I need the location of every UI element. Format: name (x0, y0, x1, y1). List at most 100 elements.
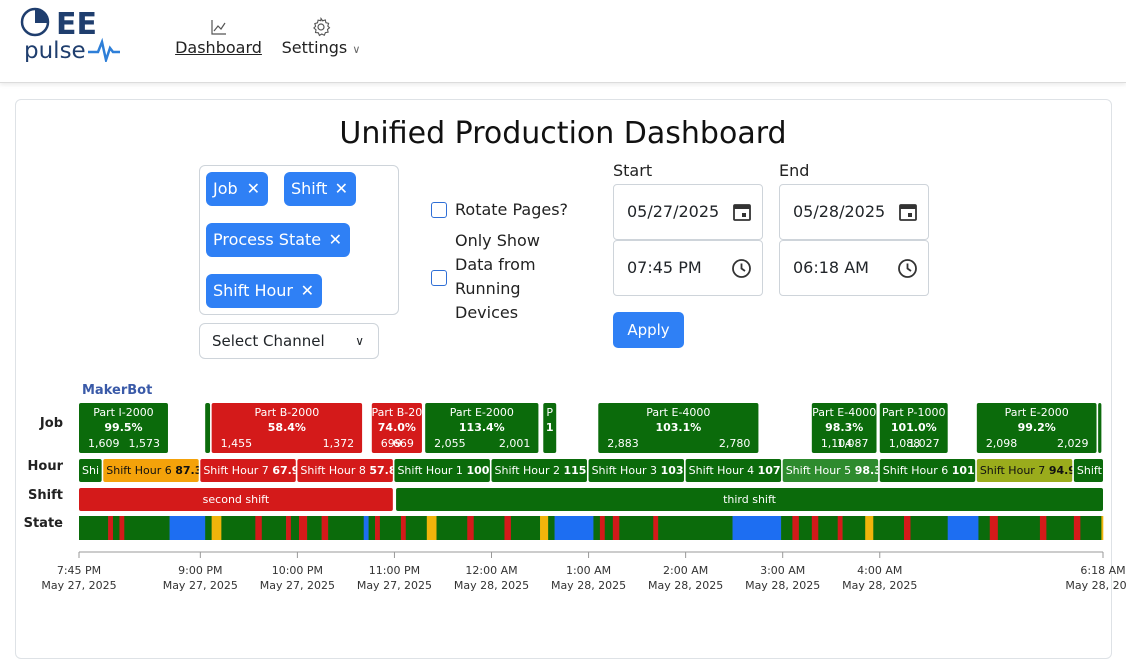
chip-label: Shift (291, 179, 328, 198)
start-label: Start (613, 161, 653, 180)
chip-job[interactable]: Job ✕ (206, 172, 268, 206)
apply-button[interactable]: Apply (613, 312, 684, 348)
job-count-b: 2,029 (1057, 437, 1089, 450)
end-time-input[interactable]: 06:18 AM (779, 240, 929, 296)
rotate-pages-checkbox[interactable] (431, 202, 447, 218)
job-bar: Part E-4000 103.1% 2,883 2,780 (598, 403, 759, 453)
remove-chip-icon[interactable]: ✕ (247, 172, 260, 206)
job-bar: Part E-400098.3%1,1041,087 (811, 403, 877, 453)
chevron-down-icon: ∨ (352, 43, 361, 56)
shift-hour-bar: Shift Hour 7 94.9% (976, 459, 1087, 482)
x-tick-time: 9:00 PM (178, 564, 222, 577)
process-state-segment (504, 516, 512, 540)
chip-shift[interactable]: Shift ✕ (284, 172, 356, 206)
process-state-segment (79, 516, 109, 540)
job-efficiency: 99.5% (104, 421, 142, 434)
shift-hour-bar: Shift Hour 5 98.3% (782, 459, 878, 482)
shift-bar: third shift (396, 488, 1103, 511)
process-state-segment (307, 516, 322, 540)
process-state-segment (290, 516, 300, 540)
chip-shift-hour[interactable]: Shift Hour ✕ (206, 274, 322, 308)
process-state-segment (947, 516, 979, 540)
shift-hour-label: Shi (82, 464, 99, 477)
calendar-icon[interactable] (732, 202, 752, 222)
running-devices-checkbox[interactable] (431, 270, 447, 286)
select-channel-dropdown[interactable]: Select Channel ∨ (199, 323, 379, 359)
clock-icon[interactable] (731, 258, 752, 279)
job-count-b: 669 (393, 437, 414, 450)
job-efficiency: 103.1% (655, 421, 701, 434)
remove-chip-icon[interactable]: ✕ (335, 172, 348, 206)
line-chart-icon (210, 20, 226, 35)
clock-icon[interactable] (897, 258, 918, 279)
process-state-segment (321, 516, 329, 540)
job-bar-rect (1098, 403, 1102, 453)
remove-chip-icon[interactable]: ✕ (329, 223, 342, 257)
process-state-segment (658, 516, 733, 540)
job-bar: Part E-2000 113.4% 2,055 2,001 (425, 403, 539, 453)
shift-hour-label: Shift Hour 8 57.8% (300, 464, 407, 477)
job-bar-rect (205, 403, 211, 453)
ee-pulse-logo[interactable]: EE pulse (20, 6, 125, 62)
job-name: P (546, 406, 553, 419)
x-tick-date: May 27, 2025 (41, 579, 116, 592)
chip-label: Job (213, 179, 238, 198)
job-bar: Part B-2000 58.4% 1,455 1,372 (211, 403, 363, 453)
job-count-a: 2,883 (607, 437, 639, 450)
x-tick-time: 3:00 AM (760, 564, 805, 577)
end-date-value: 05/28/2025 (793, 202, 886, 221)
start-time-input[interactable]: 07:45 PM (613, 240, 763, 296)
process-state-segment (554, 516, 594, 540)
x-tick-date: May 27, 2025 (163, 579, 238, 592)
process-state-segment (205, 516, 212, 540)
row-label-shift: Shift (28, 488, 63, 503)
x-tick-time: 7:45 PM (57, 564, 101, 577)
process-state-segment (1046, 516, 1075, 540)
process-state-segment (653, 516, 659, 540)
shift-hour-label: Shift Hour 7 94.9% (980, 464, 1087, 477)
process-state-segment (593, 516, 601, 540)
end-date-input[interactable]: 05/28/2025 (779, 184, 929, 240)
shift-hour-bar: Shift Hour 7 67.9% (200, 459, 296, 482)
x-tick-date: May 27, 2025 (357, 579, 432, 592)
process-state-segment (978, 516, 991, 540)
running-devices-label: Only Show Data from Running Devices (455, 229, 575, 325)
process-state-segment (540, 516, 549, 540)
job-name: Part P-1000 (882, 406, 946, 419)
running-label-line: Running (455, 279, 521, 298)
process-state-segment (1039, 516, 1047, 540)
x-tick-date: May 28, 2025 (648, 579, 723, 592)
process-state-segment (363, 516, 369, 540)
process-state-segment (989, 516, 999, 540)
x-tick-date: May 28, 2025 (842, 579, 917, 592)
channel-chip-selector[interactable]: Job ✕ Shift ✕ Process State ✕ Shift Hour… (199, 165, 399, 315)
process-state-segment (612, 516, 620, 540)
nav-settings[interactable]: Settings ∨ (278, 16, 364, 57)
process-state-segment (368, 516, 376, 540)
job-count-b: 2,001 (499, 437, 531, 450)
x-tick-date: May 28, 2025 (1065, 579, 1126, 592)
x-tick-time: 11:00 PM (369, 564, 420, 577)
shift-hour-bar: Shi (79, 459, 102, 482)
process-state-segment (405, 516, 428, 540)
start-date-input[interactable]: 05/27/2025 (613, 184, 763, 240)
calendar-icon[interactable] (898, 202, 918, 222)
process-state-segment (108, 516, 114, 540)
x-tick-time: 2:00 AM (663, 564, 708, 577)
remove-chip-icon[interactable]: ✕ (301, 274, 314, 308)
job-bar: Part E-2000 99.2%2,098 2,029 (976, 403, 1097, 453)
x-tick-time: 1:00 AM (566, 564, 611, 577)
process-state-segment (328, 516, 365, 540)
job-efficiency: 99.2% (1018, 421, 1056, 434)
chip-label: Process State (213, 230, 322, 249)
row-label-job: Job (39, 416, 63, 431)
svg-text:EE: EE (56, 7, 97, 42)
job-count-b: 1,087 (837, 437, 869, 450)
job-count-b: 1,027 (908, 437, 940, 450)
end-time-value: 06:18 AM (793, 258, 869, 277)
job-bar (1098, 403, 1102, 453)
job-name: Part E-2000 (1005, 406, 1069, 419)
nav-dashboard[interactable]: Dashboard (175, 16, 262, 57)
svg-text:pulse: pulse (24, 38, 86, 62)
chip-process-state[interactable]: Process State ✕ (206, 223, 350, 257)
